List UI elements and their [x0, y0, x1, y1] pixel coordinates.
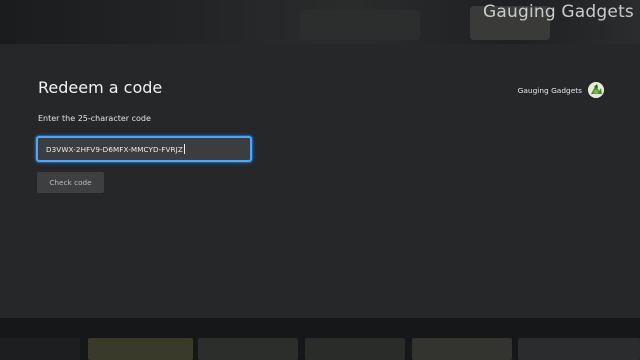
code-input-value: D3VWX-2HFV9-D6MFX-MMCYD-FVRJZ: [46, 144, 183, 154]
profile-avatar-icon: [588, 82, 604, 98]
text-caret: [183, 144, 185, 154]
account-gamertag: Gauging Gadgets: [517, 85, 582, 95]
redeem-panel: Redeem a code Gauging Gadgets Enter the …: [0, 44, 640, 318]
code-input[interactable]: D3VWX-2HFV9-D6MFX-MMCYD-FVRJZ: [36, 136, 252, 162]
watermark-text: Gauging Gadgets: [482, 2, 634, 22]
page-title: Redeem a code: [38, 78, 163, 97]
redeem-code-screen: Gauging Gadgets Redeem a code Gauging Ga…: [0, 0, 640, 360]
background-home-bottom: [0, 318, 640, 360]
code-field-label: Enter the 25-character code: [38, 114, 151, 123]
account-info: Gauging Gadgets: [518, 82, 604, 98]
check-code-button[interactable]: Check code: [37, 172, 104, 193]
